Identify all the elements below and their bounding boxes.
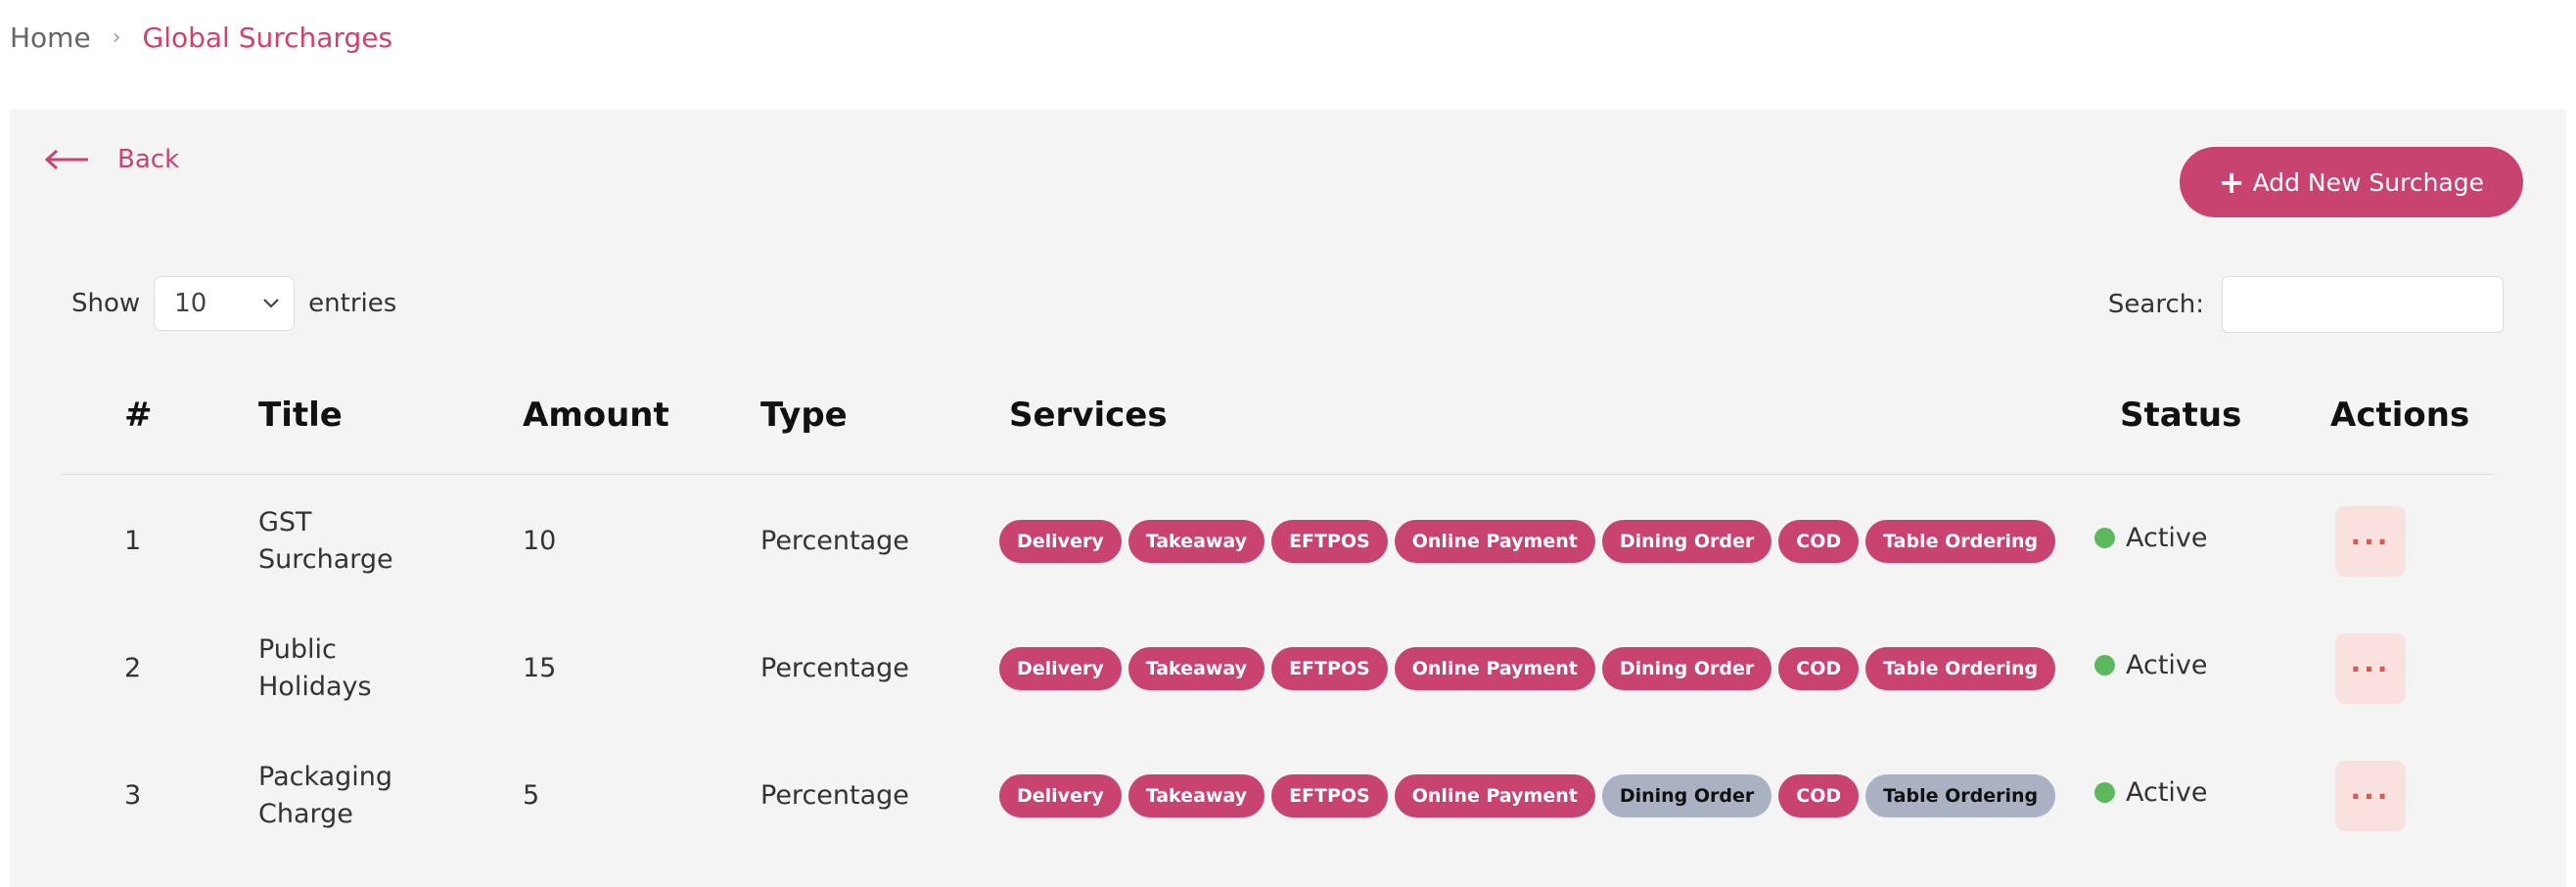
row-title: Public Holidays (258, 631, 372, 706)
row-number: 3 (124, 780, 142, 811)
row-amount: 10 (523, 526, 557, 556)
row-type: Percentage (760, 653, 909, 683)
column-header-services: Services (1009, 396, 1168, 435)
row-type: Percentage (760, 780, 909, 811)
table-row: 2 Public Holidays 15 Percentage Delivery Ta… (0, 610, 2576, 727)
service-tag: Delivery (999, 647, 1122, 690)
column-header-type: Type (760, 396, 848, 435)
arrow-left-icon (45, 149, 88, 170)
status-text: Active (2126, 650, 2208, 680)
back-button[interactable]: Back (45, 145, 179, 174)
service-tag: Dining Order (1601, 520, 1772, 563)
row-actions-button[interactable]: ··· (2335, 633, 2406, 704)
service-tag: Table Ordering (1865, 774, 2056, 817)
service-tag: Online Payment (1394, 647, 1595, 690)
breadcrumb-current: Global Surcharges (142, 22, 393, 54)
row-amount: 5 (523, 780, 540, 811)
service-tags: Delivery Takeaway EFTPOS Online Payment Dini… (999, 774, 2062, 817)
status-badge: Active (2094, 650, 2208, 680)
service-tag: Dining Order (1601, 774, 1772, 817)
service-tag: Online Payment (1394, 520, 1595, 563)
service-tag: Takeaway (1127, 520, 1265, 563)
row-title-line: GST (258, 507, 312, 537)
status-text: Active (2126, 777, 2208, 808)
row-number: 2 (124, 653, 142, 683)
plus-icon: + (2218, 163, 2245, 201)
entries-control: Show 10 entries (71, 276, 396, 331)
row-actions-button[interactable]: ··· (2335, 506, 2406, 577)
service-tag: COD (1778, 520, 1860, 563)
search-label: Search: (2107, 290, 2204, 319)
service-tag: Table Ordering (1865, 647, 2056, 690)
row-amount: 15 (523, 653, 557, 683)
service-tag: Online Payment (1394, 774, 1595, 817)
service-tags: Delivery Takeaway EFTPOS Online Payment Dini… (999, 647, 2062, 690)
status-dot-icon (2094, 655, 2115, 676)
row-title-line: Surcharge (258, 544, 393, 575)
service-tag: EFTPOS (1271, 774, 1388, 817)
column-header-amount: Amount (523, 396, 669, 435)
row-title: Packaging Charge (258, 759, 392, 833)
status-badge: Active (2094, 523, 2208, 553)
status-dot-icon (2094, 528, 2115, 548)
chevron-right-icon: › (112, 25, 121, 50)
service-tag: Takeaway (1127, 647, 1265, 690)
service-tag: Dining Order (1601, 647, 1772, 690)
service-tag: Delivery (999, 774, 1122, 817)
row-type: Percentage (760, 526, 909, 556)
status-badge: Active (2094, 777, 2208, 808)
breadcrumb: Home › Global Surcharges (10, 22, 392, 54)
table-row: 3 Packaging Charge 5 Percentage Delivery Ta… (0, 737, 2576, 855)
add-button-label: Add New Surchage (2252, 167, 2484, 197)
search-control: Search: (2108, 276, 2504, 333)
service-tag: Takeaway (1127, 774, 1265, 817)
status-dot-icon (2094, 782, 2115, 803)
add-new-surcharge-button[interactable]: + Add New Surchage (2179, 147, 2523, 217)
service-tag: COD (1778, 774, 1860, 817)
ellipsis-icon: ··· (2350, 779, 2391, 813)
table-row: 1 GST Surcharge 10 Percentage Delivery Take… (0, 483, 2576, 600)
row-title-line: Holidays (258, 672, 372, 702)
column-header-actions: Actions (2330, 396, 2470, 435)
status-text: Active (2126, 523, 2208, 553)
column-header-title: Title (258, 396, 343, 435)
row-title-line: Packaging (258, 762, 393, 792)
service-tag: Delivery (999, 520, 1122, 563)
entries-value: 10 (174, 289, 207, 318)
row-title-line: Public (258, 634, 337, 665)
service-tag: COD (1778, 647, 1860, 690)
entries-label: entries (308, 289, 397, 318)
service-tag: EFTPOS (1271, 647, 1388, 690)
service-tags: Delivery Takeaway EFTPOS Online Payment Dini… (999, 520, 2062, 563)
entries-select[interactable]: 10 (154, 276, 296, 331)
ellipsis-icon: ··· (2350, 652, 2391, 685)
row-title-line: Charge (258, 799, 353, 829)
back-label: Back (117, 145, 180, 174)
row-actions-button[interactable]: ··· (2335, 761, 2406, 831)
ellipsis-icon: ··· (2350, 525, 2391, 558)
row-number: 1 (124, 526, 142, 556)
service-tag: EFTPOS (1271, 520, 1388, 563)
breadcrumb-home[interactable]: Home (10, 22, 91, 54)
search-input[interactable] (2222, 276, 2504, 333)
column-header-status: Status (2120, 396, 2242, 435)
table-header: # Title Amount Type Services Status Acti… (62, 396, 2494, 475)
service-tag: Table Ordering (1865, 520, 2056, 563)
column-header-number: # (124, 396, 153, 435)
show-label: Show (71, 289, 141, 318)
chevron-down-icon (263, 299, 279, 308)
row-title: GST Surcharge (258, 504, 393, 579)
